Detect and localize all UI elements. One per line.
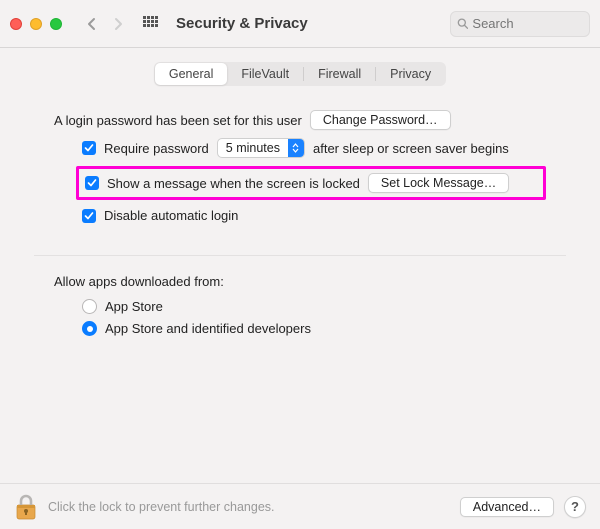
advanced-button[interactable]: Advanced… [460,497,554,517]
downloads-section: Allow apps downloaded from: App Store Ap… [34,274,566,336]
search-icon [457,17,468,30]
change-password-button[interactable]: Change Password… [310,110,451,130]
delay-select[interactable]: 5 minutes [217,138,305,158]
search-field[interactable] [450,11,590,37]
search-input[interactable] [472,16,583,31]
disable-auto-login-checkbox[interactable] [82,209,96,223]
tab-firewall[interactable]: Firewall [304,63,375,85]
content: A login password has been set for this u… [0,96,600,336]
check-icon [84,211,94,221]
password-set-row: A login password has been set for this u… [54,110,546,130]
radio-button-unchecked[interactable] [82,299,97,314]
radio-app-store-identified[interactable]: App Store and identified developers [82,321,546,336]
tab-bar: General FileVault Firewall Privacy [0,48,600,96]
set-lock-message-button[interactable]: Set Lock Message… [368,173,509,193]
show-message-label: Show a message when the screen is locked [107,176,360,191]
window-title: Security & Privacy [176,15,308,32]
radio-label: App Store and identified developers [105,321,311,336]
show-message-checkbox[interactable] [85,176,99,190]
show-all-icon[interactable] [140,14,160,34]
zoom-window-button[interactable] [50,18,62,30]
lock-description: Click the lock to prevent further change… [48,500,450,514]
require-password-row: Require password 5 minutes after sleep o… [82,138,546,158]
radio-label: App Store [105,299,163,314]
check-icon [84,143,94,153]
select-stepper-icon [288,139,304,157]
login-section: A login password has been set for this u… [34,96,566,249]
tab-filevault[interactable]: FileVault [227,63,303,85]
window-controls [10,18,62,30]
back-button[interactable] [82,14,102,34]
nav-arrows [82,14,128,34]
help-button[interactable]: ? [564,496,586,518]
titlebar: Security & Privacy [0,0,600,48]
tab-privacy[interactable]: Privacy [376,63,445,85]
require-password-label: Require password [104,141,209,156]
tab-general[interactable]: General [155,63,227,85]
after-sleep-text: after sleep or screen saver begins [313,141,509,156]
divider [34,255,566,256]
segmented-control: General FileVault Firewall Privacy [154,62,446,86]
disable-auto-login-row: Disable automatic login [82,208,546,223]
radio-button-checked[interactable] [82,321,97,336]
delay-value: 5 minutes [218,141,288,155]
require-password-checkbox[interactable] [82,141,96,155]
footer: Click the lock to prevent further change… [0,483,600,529]
lock-message-row-highlighted: Show a message when the screen is locked… [76,166,546,200]
disable-auto-login-label: Disable automatic login [104,208,238,223]
forward-button[interactable] [108,14,128,34]
lock-icon[interactable] [14,493,38,521]
password-set-text: A login password has been set for this u… [54,113,302,128]
close-window-button[interactable] [10,18,22,30]
radio-app-store[interactable]: App Store [82,299,546,314]
minimize-window-button[interactable] [30,18,42,30]
check-icon [87,178,97,188]
downloads-heading: Allow apps downloaded from: [54,274,546,289]
